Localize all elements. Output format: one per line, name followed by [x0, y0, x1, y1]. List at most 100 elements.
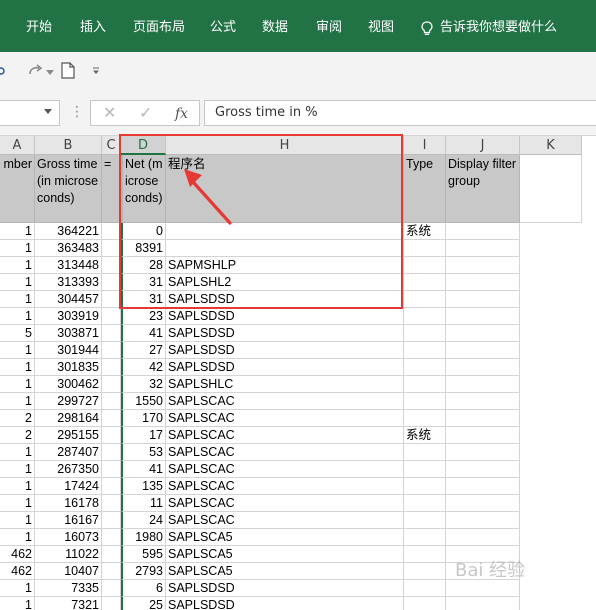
cell-j[interactable] — [446, 512, 520, 529]
cell-a[interactable]: 2 — [0, 427, 35, 444]
cell-a[interactable]: 1 — [0, 274, 35, 291]
cell-c[interactable] — [102, 444, 121, 461]
cell-h[interactable]: SAPLSCAC — [166, 461, 404, 478]
cell-a[interactable]: 1 — [0, 393, 35, 410]
enter-icon[interactable]: ✓ — [139, 103, 152, 123]
name-box-dropdown-icon[interactable] — [44, 109, 52, 114]
worksheet-grid[interactable]: A B C D H I J Kmber Gross time (in microseconds)… — [0, 136, 596, 610]
cell-j[interactable] — [446, 240, 520, 257]
header-cell-b[interactable]: Gross time (in microseconds) — [35, 155, 102, 223]
tab-formulas[interactable]: 公式 — [210, 18, 236, 38]
cell-h[interactable]: SAPLSCA5 — [166, 546, 404, 563]
cell-k[interactable] — [520, 546, 582, 563]
cell-h[interactable]: SAPLSDSD — [166, 342, 404, 359]
cell-d[interactable]: 0 — [121, 223, 166, 240]
cell-i[interactable] — [404, 444, 446, 461]
cell-i[interactable] — [404, 495, 446, 512]
cell-a[interactable]: 1 — [0, 580, 35, 597]
tab-home[interactable]: 开始 — [26, 18, 52, 38]
cell-i[interactable] — [404, 240, 446, 257]
cell-i[interactable]: 系统 — [404, 427, 446, 444]
column-header-h[interactable]: H — [166, 136, 404, 155]
cell-b[interactable]: 295155 — [35, 427, 102, 444]
cell-j[interactable] — [446, 495, 520, 512]
cell-i[interactable] — [404, 376, 446, 393]
cell-c[interactable] — [102, 563, 121, 580]
column-header-k[interactable]: K — [520, 136, 582, 155]
cell-k[interactable] — [520, 495, 582, 512]
cell-j[interactable] — [446, 274, 520, 291]
cell-j[interactable] — [446, 325, 520, 342]
cell-b[interactable]: 300462 — [35, 376, 102, 393]
cell-a[interactable]: 1 — [0, 308, 35, 325]
tab-view[interactable]: 视图 — [368, 18, 394, 38]
cell-c[interactable] — [102, 512, 121, 529]
cell-i[interactable] — [404, 291, 446, 308]
header-cell-h[interactable]: 程序名 — [166, 155, 404, 223]
cell-j[interactable] — [446, 478, 520, 495]
cell-i[interactable] — [404, 512, 446, 529]
cell-i[interactable] — [404, 597, 446, 610]
cell-a[interactable]: 462 — [0, 563, 35, 580]
cell-i[interactable] — [404, 393, 446, 410]
cell-a[interactable]: 1 — [0, 223, 35, 240]
column-header-b[interactable]: B — [35, 136, 102, 155]
cell-k[interactable] — [520, 478, 582, 495]
cell-h[interactable]: SAPLSCAC — [166, 495, 404, 512]
cell-c[interactable] — [102, 223, 121, 240]
cell-d[interactable]: 41 — [121, 325, 166, 342]
cell-b[interactable]: 301835 — [35, 359, 102, 376]
cell-i[interactable] — [404, 308, 446, 325]
cell-j[interactable] — [446, 444, 520, 461]
cell-k[interactable] — [520, 529, 582, 546]
cell-j[interactable] — [446, 359, 520, 376]
cell-j[interactable] — [446, 257, 520, 274]
column-header-c[interactable]: C — [102, 136, 121, 155]
cell-h[interactable]: SAPLSCAC — [166, 410, 404, 427]
cell-h[interactable]: SAPLSCAC — [166, 444, 404, 461]
cell-h[interactable]: SAPLSCAC — [166, 393, 404, 410]
cell-b[interactable]: 313393 — [35, 274, 102, 291]
cell-j[interactable] — [446, 427, 520, 444]
cell-b[interactable]: 363483 — [35, 240, 102, 257]
cell-k[interactable] — [520, 359, 582, 376]
cell-j[interactable] — [446, 308, 520, 325]
cell-c[interactable] — [102, 478, 121, 495]
undo-dropdown-icon[interactable] — [0, 66, 8, 76]
cell-c[interactable] — [102, 546, 121, 563]
new-document-icon[interactable] — [61, 62, 75, 79]
cell-d[interactable]: 1550 — [121, 393, 166, 410]
cell-c[interactable] — [102, 529, 121, 546]
cell-i[interactable] — [404, 410, 446, 427]
formula-bar-splitter-icon[interactable]: ⋮ — [70, 104, 84, 120]
cell-b[interactable]: 301944 — [35, 342, 102, 359]
cell-d[interactable]: 41 — [121, 461, 166, 478]
cell-k[interactable] — [520, 512, 582, 529]
cell-c[interactable] — [102, 410, 121, 427]
cell-i[interactable] — [404, 580, 446, 597]
cell-h[interactable]: SAPLSDSD — [166, 325, 404, 342]
cell-a[interactable]: 1 — [0, 444, 35, 461]
cell-d[interactable]: 27 — [121, 342, 166, 359]
column-header-a[interactable]: A — [0, 136, 35, 155]
cell-c[interactable] — [102, 274, 121, 291]
cell-b[interactable]: 303871 — [35, 325, 102, 342]
cell-d[interactable]: 595 — [121, 546, 166, 563]
cell-d[interactable]: 8391 — [121, 240, 166, 257]
cell-d[interactable]: 2793 — [121, 563, 166, 580]
cell-c[interactable] — [102, 240, 121, 257]
cell-a[interactable]: 1 — [0, 359, 35, 376]
cell-b[interactable]: 364221 — [35, 223, 102, 240]
cell-d[interactable]: 28 — [121, 257, 166, 274]
cell-h[interactable]: SAPLSHLC — [166, 376, 404, 393]
cell-a[interactable]: 462 — [0, 546, 35, 563]
header-cell-i[interactable]: Type — [404, 155, 446, 223]
cell-h[interactable]: SAPLSCA5 — [166, 529, 404, 546]
cell-d[interactable]: 135 — [121, 478, 166, 495]
cell-b[interactable]: 304457 — [35, 291, 102, 308]
cell-h[interactable]: SAPLSCA5 — [166, 563, 404, 580]
column-header-i[interactable]: I — [404, 136, 446, 155]
cell-a[interactable]: 1 — [0, 461, 35, 478]
cell-j[interactable] — [446, 580, 520, 597]
cell-d[interactable]: 6 — [121, 580, 166, 597]
